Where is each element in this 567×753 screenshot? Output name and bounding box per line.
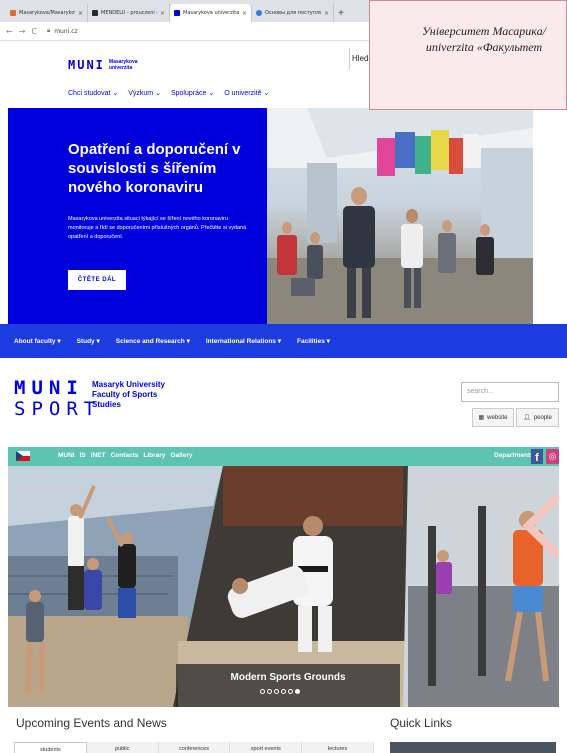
- people-button[interactable]: 👤︎ people: [516, 408, 559, 427]
- grid-icon: ▦: [478, 415, 485, 421]
- slide-dot[interactable]: [281, 689, 286, 694]
- muni-sport-screenshot: About faculty ▾ Study ▾ Science and Rese…: [0, 324, 567, 753]
- lock-icon: 🔒︎: [47, 27, 51, 34]
- slide-dot[interactable]: [260, 689, 265, 694]
- event-tabs: students public conferences sport events…: [14, 742, 374, 753]
- slide-dot[interactable]: [274, 689, 279, 694]
- facebook-icon[interactable]: f: [531, 449, 543, 464]
- nav-item-cooperation[interactable]: Spolupráce ⌄: [171, 89, 214, 97]
- person-icon: 👤︎: [523, 415, 531, 421]
- faculty-nav: About faculty ▾ Study ▾ Science and Rese…: [0, 324, 567, 358]
- slide-dot-active[interactable]: [295, 689, 300, 694]
- tab-favicon-icon: [256, 10, 262, 16]
- close-tab-icon[interactable]: ×: [324, 10, 329, 17]
- link-is[interactable]: IS: [80, 452, 86, 459]
- nav-item-science[interactable]: Science and Research ▾: [116, 337, 190, 345]
- nav-item-research[interactable]: Výzkum ⌄: [128, 89, 161, 97]
- caption-line-2: univerzita «Факультет: [425, 40, 543, 54]
- tab-students[interactable]: students: [14, 742, 87, 753]
- tab-favicon-icon: [10, 10, 16, 16]
- link-library[interactable]: Library: [143, 452, 165, 459]
- read-more-button[interactable]: ČTĚTE DÁL: [68, 270, 126, 290]
- quick-links-heading: Quick Links: [390, 716, 453, 730]
- caption-text: Університет Масарика/ univerzita «Факуль…: [384, 23, 567, 55]
- faculty-name: Masaryk University Faculty of Sports Stu…: [92, 380, 165, 409]
- nav-item-study[interactable]: Study ▾: [77, 337, 100, 345]
- tab-conferences[interactable]: conferences: [158, 742, 231, 753]
- caption-box: Університет Масарика/ univerzita «Факуль…: [369, 0, 567, 110]
- nav-item-international[interactable]: International Relations ▾: [206, 337, 281, 345]
- instagram-icon[interactable]: ◎: [546, 449, 559, 464]
- muni-sport-logo[interactable]: MUNI SPORT: [14, 378, 101, 420]
- tab-favicon-icon: [174, 10, 180, 16]
- czech-flag-icon[interactable]: [16, 451, 30, 461]
- nav-item-facilities[interactable]: Facilities ▾: [297, 337, 330, 345]
- search-input[interactable]: search...: [461, 382, 559, 402]
- nav-item-about-faculty[interactable]: About faculty ▾: [14, 337, 61, 345]
- website-button[interactable]: ▦ website: [472, 408, 514, 427]
- hero-text: Masarykova univerzita situaci týkající s…: [68, 216, 247, 240]
- link-contacts[interactable]: Contacts: [111, 452, 139, 459]
- muni-logo[interactable]: MUNI Masarykova univerzita: [68, 58, 138, 72]
- logo-wordmark: MUNI: [68, 58, 105, 72]
- browser-tab[interactable]: Masarykova/Masarykova universi ×: [6, 4, 88, 22]
- browser-tab-active[interactable]: Masarykova univerzita ×: [170, 4, 252, 22]
- hero-title: Opatření a doporučení v souvislosti s ší…: [68, 141, 241, 196]
- tab-sport-events[interactable]: sport events: [230, 742, 303, 753]
- main-nav: Chci studovat ⌄ Výzkum ⌄ Spolupráce ⌄ O …: [68, 89, 269, 97]
- url-field[interactable]: 🔒︎ muni.cz: [47, 27, 78, 35]
- events-heading: Upcoming Events and News: [16, 716, 167, 730]
- link-gallery[interactable]: Gallery: [170, 452, 192, 459]
- link-muni[interactable]: MUNI: [58, 452, 75, 459]
- nav-item-study[interactable]: Chci studovat ⌄: [68, 89, 118, 97]
- airport-crowd-illustration: [267, 108, 533, 324]
- caption-line-1: Університет Масарика/: [422, 24, 546, 38]
- reload-icon[interactable]: C: [31, 27, 37, 36]
- slider-pagination: [260, 689, 300, 694]
- browser-tab[interactable]: MENDELU - prouczeni ekonomi ×: [88, 4, 170, 22]
- slide-caption: Modern Sports Grounds: [176, 664, 400, 707]
- browser-tab[interactable]: Основы для поступления в вуз ×: [252, 4, 334, 22]
- back-icon[interactable]: ←: [6, 27, 13, 36]
- close-tab-icon[interactable]: ×: [160, 10, 165, 17]
- tab-lectures[interactable]: lectures: [302, 742, 374, 753]
- hero-photo: [267, 108, 533, 324]
- logo-line-sport: SPORT: [14, 398, 102, 420]
- new-tab-button[interactable]: +: [334, 4, 348, 22]
- tab-public[interactable]: public: [86, 742, 159, 753]
- slide-caption-text: Modern Sports Grounds: [230, 672, 346, 683]
- close-tab-icon[interactable]: ×: [78, 10, 83, 17]
- slide-dot[interactable]: [267, 689, 272, 694]
- image-slider: Modern Sports Grounds: [8, 466, 559, 707]
- link-inet[interactable]: INET: [91, 452, 106, 459]
- nav-item-about[interactable]: O univerzitě ⌄: [224, 89, 269, 97]
- forward-icon[interactable]: →: [19, 27, 26, 36]
- logo-line-muni: MUNI: [14, 377, 84, 399]
- quick-link-bar: MUNI IS INET Contacts Library Gallery De…: [8, 447, 559, 466]
- departments-link[interactable]: Departments: [494, 452, 534, 459]
- hero-banner: Opatření a doporučení v souvislosti s ší…: [8, 108, 267, 324]
- tab-favicon-icon: [92, 10, 98, 16]
- url-text: muni.cz: [54, 27, 78, 35]
- close-tab-icon[interactable]: ×: [242, 10, 247, 17]
- logo-subtitle: Masarykova univerzita: [108, 59, 138, 71]
- slide-dot[interactable]: [288, 689, 293, 694]
- quick-links-image[interactable]: [390, 742, 556, 753]
